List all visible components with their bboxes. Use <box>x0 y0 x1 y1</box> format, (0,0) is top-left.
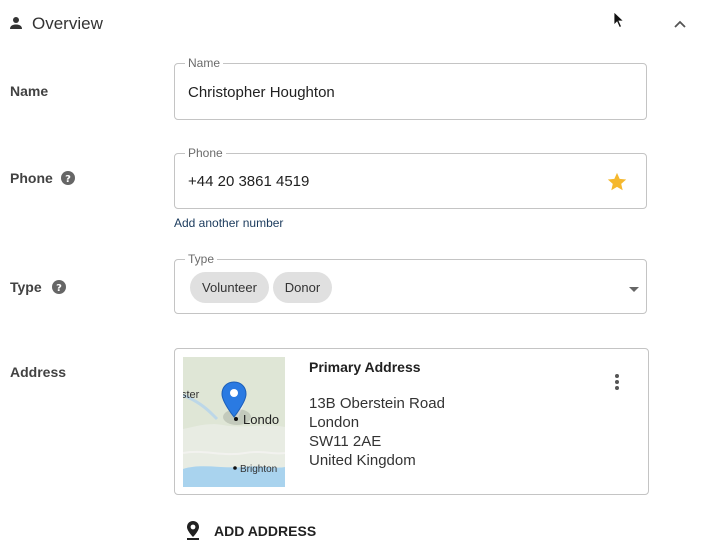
phone-input[interactable]: +44 20 3861 4519 <box>188 173 309 190</box>
type-label: Type <box>10 279 42 295</box>
section-title: Overview <box>32 14 103 33</box>
svg-text:?: ? <box>65 174 71 185</box>
address-line-4: United Kingdom <box>309 452 416 469</box>
name-field[interactable]: Name Christopher Houghton <box>174 56 647 120</box>
map-label-1: ster <box>183 389 200 401</box>
overview-section-header[interactable]: Overview <box>0 0 707 48</box>
type-field-legend: Type <box>185 252 218 266</box>
map-pin-icon <box>187 521 199 540</box>
address-line-3: SW11 2AE <box>309 433 382 450</box>
address-label: Address <box>10 364 67 380</box>
address-card-title: Primary Address <box>309 359 421 375</box>
type-select[interactable]: Type Volunteer Donor <box>174 252 647 314</box>
map-thumbnail[interactable]: ster Londo Brighton <box>183 357 285 487</box>
address-card[interactable]: ster Londo Brighton Primary Address 13B … <box>174 348 649 495</box>
help-circle-icon[interactable]: ? <box>61 171 75 185</box>
name-input[interactable]: Christopher Houghton <box>188 84 335 101</box>
mouse-cursor-icon <box>613 11 625 29</box>
add-address-label: ADD ADDRESS <box>214 523 317 539</box>
chip-volunteer[interactable]: Volunteer <box>190 272 269 303</box>
chip-donor[interactable]: Donor <box>273 272 332 303</box>
help-circle-icon[interactable]: ? <box>52 280 66 294</box>
phone-field-legend: Phone <box>185 146 226 160</box>
address-line-2: London <box>309 414 360 431</box>
chevron-up-icon[interactable] <box>672 16 688 32</box>
phone-label: Phone <box>10 170 53 186</box>
map-label-3: Brighton <box>240 464 277 475</box>
add-another-number-link[interactable]: Add another number <box>174 216 283 230</box>
name-label: Name <box>10 83 49 99</box>
phone-field[interactable]: Phone +44 20 3861 4519 <box>174 146 647 209</box>
map-label-2: Londo <box>243 412 279 427</box>
person-icon <box>10 17 22 29</box>
more-vertical-icon[interactable] <box>610 373 624 391</box>
address-line-1: 13B Oberstein Road <box>309 395 445 412</box>
caret-down-icon[interactable] <box>628 285 640 293</box>
name-field-legend: Name <box>185 56 224 70</box>
svg-text:?: ? <box>56 283 62 294</box>
add-address-button[interactable]: ADD ADDRESS <box>185 519 320 543</box>
star-icon[interactable] <box>606 171 628 193</box>
